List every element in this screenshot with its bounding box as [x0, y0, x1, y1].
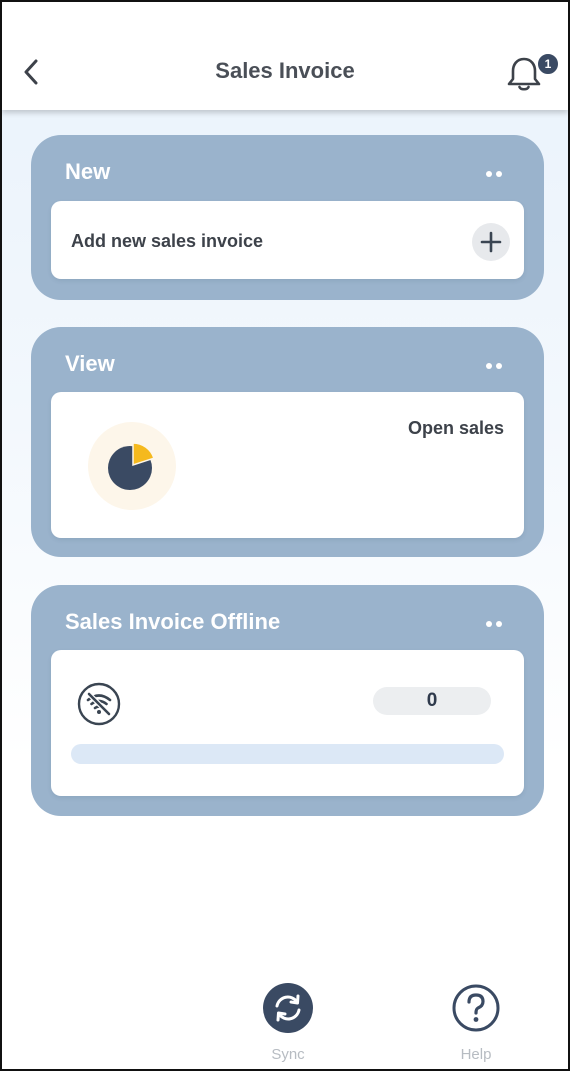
section-title-new: New [65, 159, 111, 184]
tab-help-label: Help [460, 1046, 492, 1063]
new-section-more-button[interactable] [486, 171, 502, 179]
tab-sync-label: Sync [271, 1046, 305, 1063]
offline-section-more-button[interactable] [486, 621, 502, 629]
page-title: Sales Invoice [215, 58, 355, 83]
help-icon [452, 984, 500, 1032]
dot [496, 363, 502, 369]
dot [496, 621, 502, 627]
offline-status-button[interactable] [77, 682, 121, 726]
add-invoice-label: Add new sales invoice [71, 231, 264, 251]
offline-progress-bar [71, 744, 504, 764]
notification-badge: 1 [536, 52, 560, 76]
dot [486, 363, 492, 369]
plus-icon [480, 231, 502, 253]
sync-icon [263, 983, 313, 1033]
tab-sync[interactable]: Sync [238, 983, 338, 1063]
view-section: View Open sales [31, 327, 544, 557]
pie-chart-icon [108, 442, 155, 490]
view-section-more-button[interactable] [486, 363, 502, 371]
open-sales-chart[interactable] [88, 422, 176, 510]
app-screen: Sales Invoice 1 New Add new sales invoic… [0, 0, 570, 1071]
open-sales-card[interactable]: Open sales [51, 392, 524, 538]
section-title-view: View [65, 351, 115, 376]
add-invoice-card[interactable]: Add new sales invoice [51, 201, 524, 279]
open-sales-label: Open sales [407, 418, 504, 438]
offline-count: 0 [373, 687, 491, 715]
add-invoice-button[interactable] [472, 223, 510, 261]
wifi-off-icon [77, 682, 121, 726]
tab-help[interactable]: Help [426, 983, 526, 1063]
dot [496, 171, 502, 177]
section-title-offline: Sales Invoice Offline [65, 609, 281, 634]
dot [486, 171, 492, 177]
offline-section: Sales Invoice Offline 0 [31, 585, 544, 816]
offline-card[interactable]: 0 [51, 650, 524, 796]
dot [486, 621, 492, 627]
top-bar: Sales Invoice 1 [2, 2, 568, 110]
new-section: New Add new sales invoice [31, 135, 544, 300]
